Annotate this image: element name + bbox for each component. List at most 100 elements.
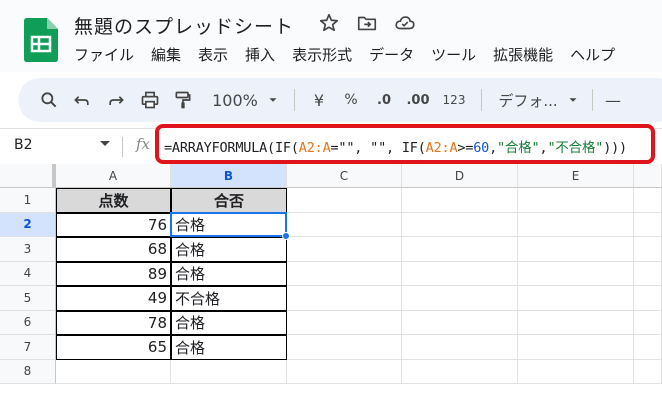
increase-decimal-button[interactable]: .00 xyxy=(399,85,437,115)
decrease-font-size-button[interactable]: — xyxy=(603,85,623,115)
grid-cell[interactable] xyxy=(634,310,662,335)
redo-button[interactable] xyxy=(100,85,132,115)
score-cell[interactable]: 89 xyxy=(56,261,171,286)
grid-cell[interactable] xyxy=(56,359,171,384)
menu-edit[interactable]: 編集 xyxy=(151,44,181,65)
sheets-logo-icon[interactable] xyxy=(24,18,58,62)
grid-cell[interactable] xyxy=(402,261,518,286)
grid-cell[interactable] xyxy=(402,335,518,360)
score-cell[interactable]: 78 xyxy=(56,310,171,335)
grid-cell[interactable] xyxy=(518,335,634,360)
grid-cell[interactable] xyxy=(634,359,662,384)
print-icon xyxy=(141,91,159,109)
zoom-value: 100% xyxy=(212,90,258,110)
move-folder-icon[interactable] xyxy=(356,12,378,34)
grid-cell[interactable] xyxy=(518,286,634,311)
row-header-5[interactable]: 5 xyxy=(0,286,56,311)
formula-input[interactable]: =ARRAYFORMULA(IF(A2:A="", "", IF(A2:A>=6… xyxy=(164,136,627,156)
menu-view[interactable]: 表示 xyxy=(198,44,228,65)
currency-format-button[interactable]: ¥ xyxy=(305,85,333,115)
name-box[interactable]: B2 xyxy=(14,137,33,153)
menu-format[interactable]: 表示形式 xyxy=(292,44,352,65)
formula-token: ))) xyxy=(603,140,627,156)
grid-cell[interactable] xyxy=(518,310,634,335)
zoom-select[interactable]: 100% xyxy=(208,85,262,115)
row-header-8[interactable]: 8 xyxy=(0,359,56,384)
grid-cell[interactable] xyxy=(634,335,662,360)
grid-cell[interactable] xyxy=(287,261,402,286)
score-cell[interactable]: 65 xyxy=(56,335,171,360)
menu-insert[interactable]: 挿入 xyxy=(245,44,275,65)
grid-cell[interactable] xyxy=(402,359,518,384)
result-cell[interactable]: 合格 xyxy=(171,237,287,262)
grid-cell[interactable] xyxy=(287,310,402,335)
menu-file[interactable]: ファイル xyxy=(74,44,134,65)
result-cell[interactable]: 合格 xyxy=(171,310,287,335)
row-header-2[interactable]: 2 xyxy=(0,212,56,237)
grid-cell[interactable] xyxy=(518,237,634,262)
font-dropdown[interactable] xyxy=(564,85,582,115)
cloud-status-icon[interactable] xyxy=(394,12,416,34)
column-header-a[interactable]: A xyxy=(56,164,171,188)
grid-cell[interactable] xyxy=(171,359,287,384)
grid-cell[interactable] xyxy=(402,212,518,237)
grid-cell[interactable] xyxy=(287,335,402,360)
grid-cell[interactable] xyxy=(518,359,634,384)
formula-token: "不合格" xyxy=(547,140,604,156)
header-cell[interactable]: 合否 xyxy=(171,188,287,213)
grid-cell[interactable] xyxy=(287,359,402,384)
score-cell[interactable]: 68 xyxy=(56,237,171,262)
result-cell[interactable]: 合格 xyxy=(171,335,287,360)
result-cell[interactable]: 不合格 xyxy=(171,286,287,311)
header-cell[interactable]: 点数 xyxy=(56,188,171,213)
grid-cell[interactable] xyxy=(402,188,518,213)
score-cell[interactable]: 76 xyxy=(56,212,171,237)
grid-cell[interactable] xyxy=(518,261,634,286)
grid-cell[interactable] xyxy=(634,188,662,213)
grid-cell[interactable] xyxy=(518,188,634,213)
grid-cell[interactable] xyxy=(287,286,402,311)
column-header-c[interactable]: C xyxy=(287,164,402,188)
star-icon[interactable] xyxy=(318,12,340,34)
grid-cell[interactable] xyxy=(518,212,634,237)
paint-format-button[interactable] xyxy=(168,85,198,115)
row-header-4[interactable]: 4 xyxy=(0,261,56,286)
search-icon xyxy=(41,92,57,108)
grid-cell[interactable] xyxy=(402,310,518,335)
column-header-e[interactable]: E xyxy=(518,164,634,188)
grid-cell[interactable] xyxy=(287,237,402,262)
fill-handle[interactable] xyxy=(282,232,290,240)
zoom-dropdown[interactable] xyxy=(262,85,284,115)
menu-tools[interactable]: ツール xyxy=(431,44,476,65)
column-header-b[interactable]: B xyxy=(171,164,287,188)
row-header-7[interactable]: 7 xyxy=(0,335,56,360)
undo-button[interactable] xyxy=(64,85,100,115)
grid-cell[interactable] xyxy=(287,188,402,213)
search-menus-button[interactable] xyxy=(34,85,64,115)
menu-help[interactable]: ヘルプ xyxy=(570,44,615,65)
document-title[interactable]: 無題のスプレッドシート xyxy=(74,12,294,39)
grid-cell[interactable] xyxy=(634,286,662,311)
row-header-1[interactable]: 1 xyxy=(0,188,56,213)
menu-data[interactable]: データ xyxy=(369,44,414,65)
grid-cell[interactable] xyxy=(402,237,518,262)
menu-extensions[interactable]: 拡張機能 xyxy=(493,44,553,65)
score-cell[interactable]: 49 xyxy=(56,286,171,311)
result-cell[interactable]: 合格 xyxy=(171,212,287,237)
decrease-decimal-button[interactable]: .0 xyxy=(369,85,399,115)
row-header-3[interactable]: 3 xyxy=(0,237,56,262)
grid-cell[interactable] xyxy=(634,261,662,286)
percent-format-button[interactable]: % xyxy=(333,85,369,115)
grid-cell[interactable] xyxy=(287,212,402,237)
grid-cell[interactable] xyxy=(634,212,662,237)
grid-cell[interactable] xyxy=(634,237,662,262)
more-formats-button[interactable]: 123 xyxy=(437,85,471,115)
grid-cell[interactable] xyxy=(402,286,518,311)
select-all-corner[interactable] xyxy=(0,164,56,188)
row-header-6[interactable]: 6 xyxy=(0,310,56,335)
result-cell[interactable]: 合格 xyxy=(171,261,287,286)
font-select[interactable]: デフォ... xyxy=(492,85,564,115)
name-box-caret-icon[interactable] xyxy=(100,141,110,146)
column-header-d[interactable]: D xyxy=(402,164,518,188)
print-button[interactable] xyxy=(132,85,168,115)
